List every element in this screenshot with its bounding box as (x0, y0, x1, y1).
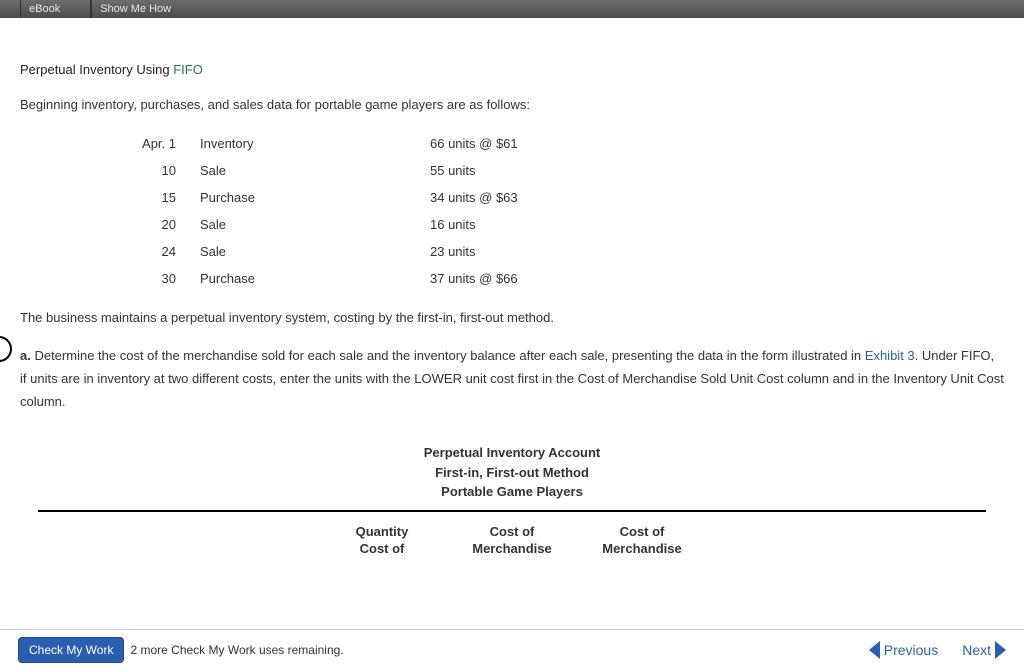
toolbar: eBook Show Me How (0, 0, 1024, 18)
question-label: a. (20, 348, 31, 363)
toolbar-ebook[interactable]: eBook (20, 0, 60, 18)
cell-type: Sale (200, 157, 430, 184)
previous-label: Previous (884, 642, 938, 658)
table-row: 30 Purchase 37 units @ $66 (130, 265, 650, 292)
colhead-1: Quantity Cost of (327, 524, 437, 558)
colhead-1a: Quantity (327, 524, 437, 541)
cell-date: 24 (130, 238, 200, 265)
column-headers: Quantity Cost of Cost of Merchandise Cos… (20, 524, 1004, 558)
cell-type: Inventory (200, 130, 430, 157)
cell-type: Purchase (200, 265, 430, 292)
ebook-label: eBook (29, 3, 60, 15)
next-button[interactable]: Next (962, 641, 1006, 659)
cell-date: 10 (130, 157, 200, 184)
cell-type: Sale (200, 211, 430, 238)
show-me-how-label: Show Me How (100, 3, 171, 15)
cell-date: 20 (130, 211, 200, 238)
cell-amount: 23 units (430, 238, 650, 265)
uses-remaining: 2 more Check My Work uses remaining. (130, 643, 343, 657)
chevron-right-icon (995, 641, 1006, 659)
chevron-left-icon (869, 641, 880, 659)
cell-amount: 16 units (430, 211, 650, 238)
footer: Check My Work 2 more Check My Work uses … (0, 629, 1024, 669)
cell-amount: 37 units @ $66 (430, 265, 650, 292)
next-label: Next (962, 642, 991, 658)
inventory-data-table: Apr. 1 Inventory 66 units @ $61 10 Sale … (130, 130, 650, 292)
intro-text: Beginning inventory, purchases, and sale… (20, 97, 1004, 112)
colhead-2a: Cost of (457, 524, 567, 541)
table-rule (38, 510, 986, 512)
cell-type: Sale (200, 238, 430, 265)
table-row: 10 Sale 55 units (130, 157, 650, 184)
cell-amount: 66 units @ $61 (430, 130, 650, 157)
cell-date: 30 (130, 265, 200, 292)
question-block: a. Determine the cost of the merchandise… (20, 345, 1004, 413)
colhead-3b: Merchandise (587, 541, 697, 558)
colhead-3a: Cost of (587, 524, 697, 541)
previous-button[interactable]: Previous (869, 641, 938, 659)
cell-amount: 55 units (430, 157, 650, 184)
nav: Previous Next (869, 641, 1006, 659)
title-part-2: FIFO (173, 62, 203, 77)
cell-date: Apr. 1 (130, 130, 200, 157)
cell-type: Purchase (200, 184, 430, 211)
title-line-3: Portable Game Players (20, 482, 1004, 502)
content: Perpetual Inventory Using FIFO Beginning… (0, 18, 1024, 558)
colhead-3: Cost of Merchandise (587, 524, 697, 558)
title-line-1: Perpetual Inventory Account (20, 443, 1004, 463)
toolbar-show-me-how[interactable]: Show Me How (91, 0, 171, 18)
colhead-2: Cost of Merchandise (457, 524, 567, 558)
colhead-1b: Cost of (327, 541, 437, 558)
table-row: 15 Purchase 34 units @ $63 (130, 184, 650, 211)
table-row: 24 Sale 23 units (130, 238, 650, 265)
table-row: Apr. 1 Inventory 66 units @ $61 (130, 130, 650, 157)
title-part-1: Perpetual Inventory Using (20, 62, 173, 77)
summary-text: The business maintains a perpetual inven… (20, 310, 1004, 325)
question-part-1: Determine the cost of the merchandise so… (31, 348, 865, 363)
answer-table-title: Perpetual Inventory Account First-in, Fi… (20, 443, 1004, 502)
check-my-work-button[interactable]: Check My Work (18, 637, 124, 663)
title-line-2: First-in, First-out Method (20, 463, 1004, 483)
page-title: Perpetual Inventory Using FIFO (20, 62, 1004, 77)
cell-amount: 34 units @ $63 (430, 184, 650, 211)
cell-date: 15 (130, 184, 200, 211)
table-row: 20 Sale 16 units (130, 211, 650, 238)
exhibit-link[interactable]: Exhibit 3 (865, 348, 915, 363)
colhead-2b: Merchandise (457, 541, 567, 558)
